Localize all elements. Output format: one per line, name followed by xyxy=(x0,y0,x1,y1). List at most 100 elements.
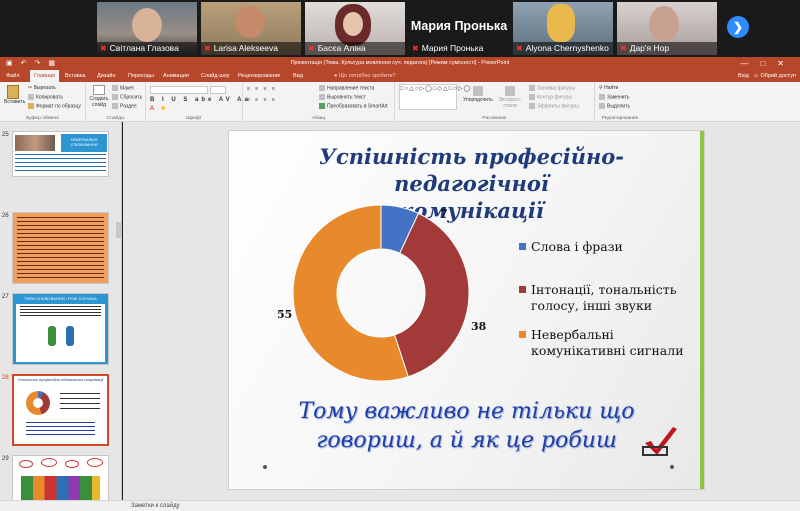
shape-effects-button[interactable]: Эффекты фигуры xyxy=(529,103,579,109)
participant-tile[interactable]: ✖ Alyona Chernyshenko xyxy=(513,2,613,55)
mic-muted-icon: ✖ xyxy=(204,44,211,53)
speech-bubble-icon xyxy=(41,458,57,467)
paste-button[interactable]: Вставить xyxy=(4,85,25,105)
section-button[interactable]: Раздел xyxy=(112,103,137,109)
group-paragraph: ≡ ≡ ≡ ≡ ≡ ≡ ≡ ≡ Направление текста Выров… xyxy=(243,82,395,122)
data-label-nonverbal: 55 xyxy=(277,308,293,321)
group-label: Редактирование xyxy=(601,116,639,121)
new-slide-button[interactable]: Создать слайд xyxy=(89,85,109,108)
thumbnail-photo xyxy=(15,135,55,151)
text-direction-button[interactable]: Направление текста xyxy=(319,85,374,91)
find-button[interactable]: ⚲ Найти xyxy=(599,85,618,91)
align-text-icon xyxy=(319,94,325,100)
font-name-combo[interactable] xyxy=(150,86,208,94)
thumbnail-number: 27 xyxy=(2,294,9,300)
slide-dot xyxy=(670,465,674,469)
search-icon: ⚲ xyxy=(599,85,603,91)
legend-label: Невербальні комунікативні сигнали xyxy=(531,327,684,358)
share-icon: ☺ xyxy=(753,73,759,79)
paste-icon xyxy=(7,85,19,99)
participant-tile[interactable]: ✖ Басєа Аліна xyxy=(305,2,405,55)
shape-outline-button[interactable]: Контур фигуры xyxy=(529,94,572,100)
group-clipboard: Вставить ✂ Вырезать Копировать Формат по… xyxy=(0,82,86,122)
tab-file[interactable]: Файл xyxy=(6,70,20,82)
layout-button[interactable]: Макет xyxy=(112,85,134,91)
participant-face xyxy=(649,6,679,42)
search-hint[interactable]: ● Що потрібно зробити? xyxy=(334,70,396,82)
thumbnail-subtitle xyxy=(26,422,95,436)
tab-insert[interactable]: Вставка xyxy=(65,70,85,82)
thumbnail-heading: Успішність професійно-педагогічної комун… xyxy=(17,378,104,382)
arrange-button[interactable]: Упорядочить xyxy=(463,86,493,103)
slide-subtitle-line-1: Тому важливо не тільки що xyxy=(298,399,635,424)
mic-muted-icon: ✖ xyxy=(308,44,315,53)
slide-subtitle: Тому важливо не тільки що говориш, а й я… xyxy=(289,397,644,455)
current-slide[interactable]: Успішність професійно-педагогічної комун… xyxy=(228,130,705,490)
smartart-button[interactable]: Преобразовать в SmartArt xyxy=(319,103,388,109)
font-size-combo[interactable] xyxy=(210,86,226,94)
window-controls[interactable]: —□✕ xyxy=(740,57,796,70)
thumbnail-text xyxy=(17,217,104,279)
shape-fill-button[interactable]: Заливка фигуры xyxy=(529,85,575,91)
slide-thumbnail-27[interactable]: ТИПИ СПІЛКУВАННЯ / РОЛІ СЛУХАЧА xyxy=(12,293,109,365)
select-button[interactable]: Выделить xyxy=(599,103,630,109)
tab-design[interactable]: Дизайн xyxy=(97,70,116,82)
thumbnail-legend xyxy=(60,393,100,413)
format-painter-button[interactable]: Формат по образцу xyxy=(28,103,81,109)
tab-view[interactable]: Вид xyxy=(293,70,303,82)
notes-placeholder[interactable]: Заметки к слайду xyxy=(131,501,180,511)
cut-button[interactable]: ✂ Вырезать xyxy=(28,85,56,91)
notes-bar[interactable]: Заметки к слайду xyxy=(0,500,800,511)
tab-slideshow[interactable]: Слайд-шоу xyxy=(201,70,230,82)
participant-face xyxy=(343,12,363,36)
slide-thumbnail-25[interactable]: НЕВЕРБАЛЬНІ СПІЛКУВАННЯ xyxy=(12,131,109,177)
font-format-buttons[interactable]: B I U S abe AV Aa xyxy=(150,97,251,103)
quick-styles-button[interactable]: Экспресс-стили xyxy=(495,86,525,109)
replace-button[interactable]: Заменить xyxy=(599,94,629,100)
group-label: Буфер обмена xyxy=(26,116,59,121)
mic-muted-icon: ✖ xyxy=(412,44,419,53)
copy-button[interactable]: Копировать xyxy=(28,94,63,100)
list-buttons[interactable]: ≡ ≡ ≡ ≡ xyxy=(247,86,277,92)
tab-transitions[interactable]: Переходы xyxy=(128,70,154,82)
participant-name: ✖ Alyona Chernyshenko xyxy=(513,42,613,55)
legend-swatch xyxy=(519,243,526,250)
slide-thumbnails-panel: 25 НЕВЕРБАЛЬНІ СПІЛКУВАННЯ 26 27 ТИПИ СП… xyxy=(0,122,122,502)
participant-face xyxy=(547,4,575,42)
slide-thumbnail-26[interactable] xyxy=(12,212,109,284)
powerpoint-title-bar: ▣↶↷▦ Презентація (Тема. Культура мовленн… xyxy=(0,57,800,70)
tab-home[interactable]: Главная xyxy=(30,70,59,82)
reset-button[interactable]: Сбросить xyxy=(112,94,142,100)
align-text-button[interactable]: Выровнять текст xyxy=(319,94,366,100)
thumbnail-heading: НЕВЕРБАЛЬНІ СПІЛКУВАННЯ xyxy=(61,134,107,152)
next-page-arrow-icon[interactable]: ❯ xyxy=(727,16,749,38)
participant-tile[interactable]: ✖ Larisa Alekseeva xyxy=(201,2,301,55)
thumbnail-body xyxy=(16,304,105,362)
zoom-meeting-window: { "video_strip": { "participants": [ {"n… xyxy=(0,0,800,511)
tab-animation[interactable]: Анимация xyxy=(163,70,189,82)
thumbnail-scrollbar[interactable] xyxy=(116,222,121,238)
slide-thumbnail-28[interactable]: Успішність професійно-педагогічної комун… xyxy=(12,374,109,446)
tab-review[interactable]: Рецензирование xyxy=(238,70,280,82)
mic-muted-icon: ✖ xyxy=(516,44,523,53)
legend-label: Слова і фрази xyxy=(531,239,623,254)
participant-tile[interactable]: ✖ Дар'я Нор xyxy=(617,2,717,55)
text-direction-icon xyxy=(319,85,325,91)
participant-tile[interactable]: Мария Пронька ✖ Мария Пронька xyxy=(409,2,509,55)
align-buttons[interactable]: ≡ ≡ ≡ ≡ xyxy=(247,97,277,103)
font-color-buttons[interactable]: A ■ xyxy=(150,106,168,112)
participant-name: ✖ Larisa Alekseeva xyxy=(201,42,301,55)
shapes-gallery[interactable]: □○△○▷◯□◇△□○▷◯ xyxy=(399,84,470,110)
participant-face xyxy=(132,8,162,42)
participant-tile[interactable]: ✖ Світлана Глазова xyxy=(97,2,197,55)
thumbnail-donut xyxy=(26,391,50,415)
slide-thumbnail-29[interactable] xyxy=(12,455,109,502)
account-area[interactable]: Вхід ☺ Обрий доступ xyxy=(738,70,796,82)
donut-hole xyxy=(33,398,43,408)
group-font: B I U S abe AV Aa A ■ Шрифт xyxy=(146,82,248,122)
figure-icon xyxy=(48,326,56,346)
arrange-icon xyxy=(473,86,483,96)
thumbnail-text xyxy=(20,306,101,318)
replace-icon xyxy=(599,94,605,100)
mic-muted-icon: ✖ xyxy=(100,44,107,53)
